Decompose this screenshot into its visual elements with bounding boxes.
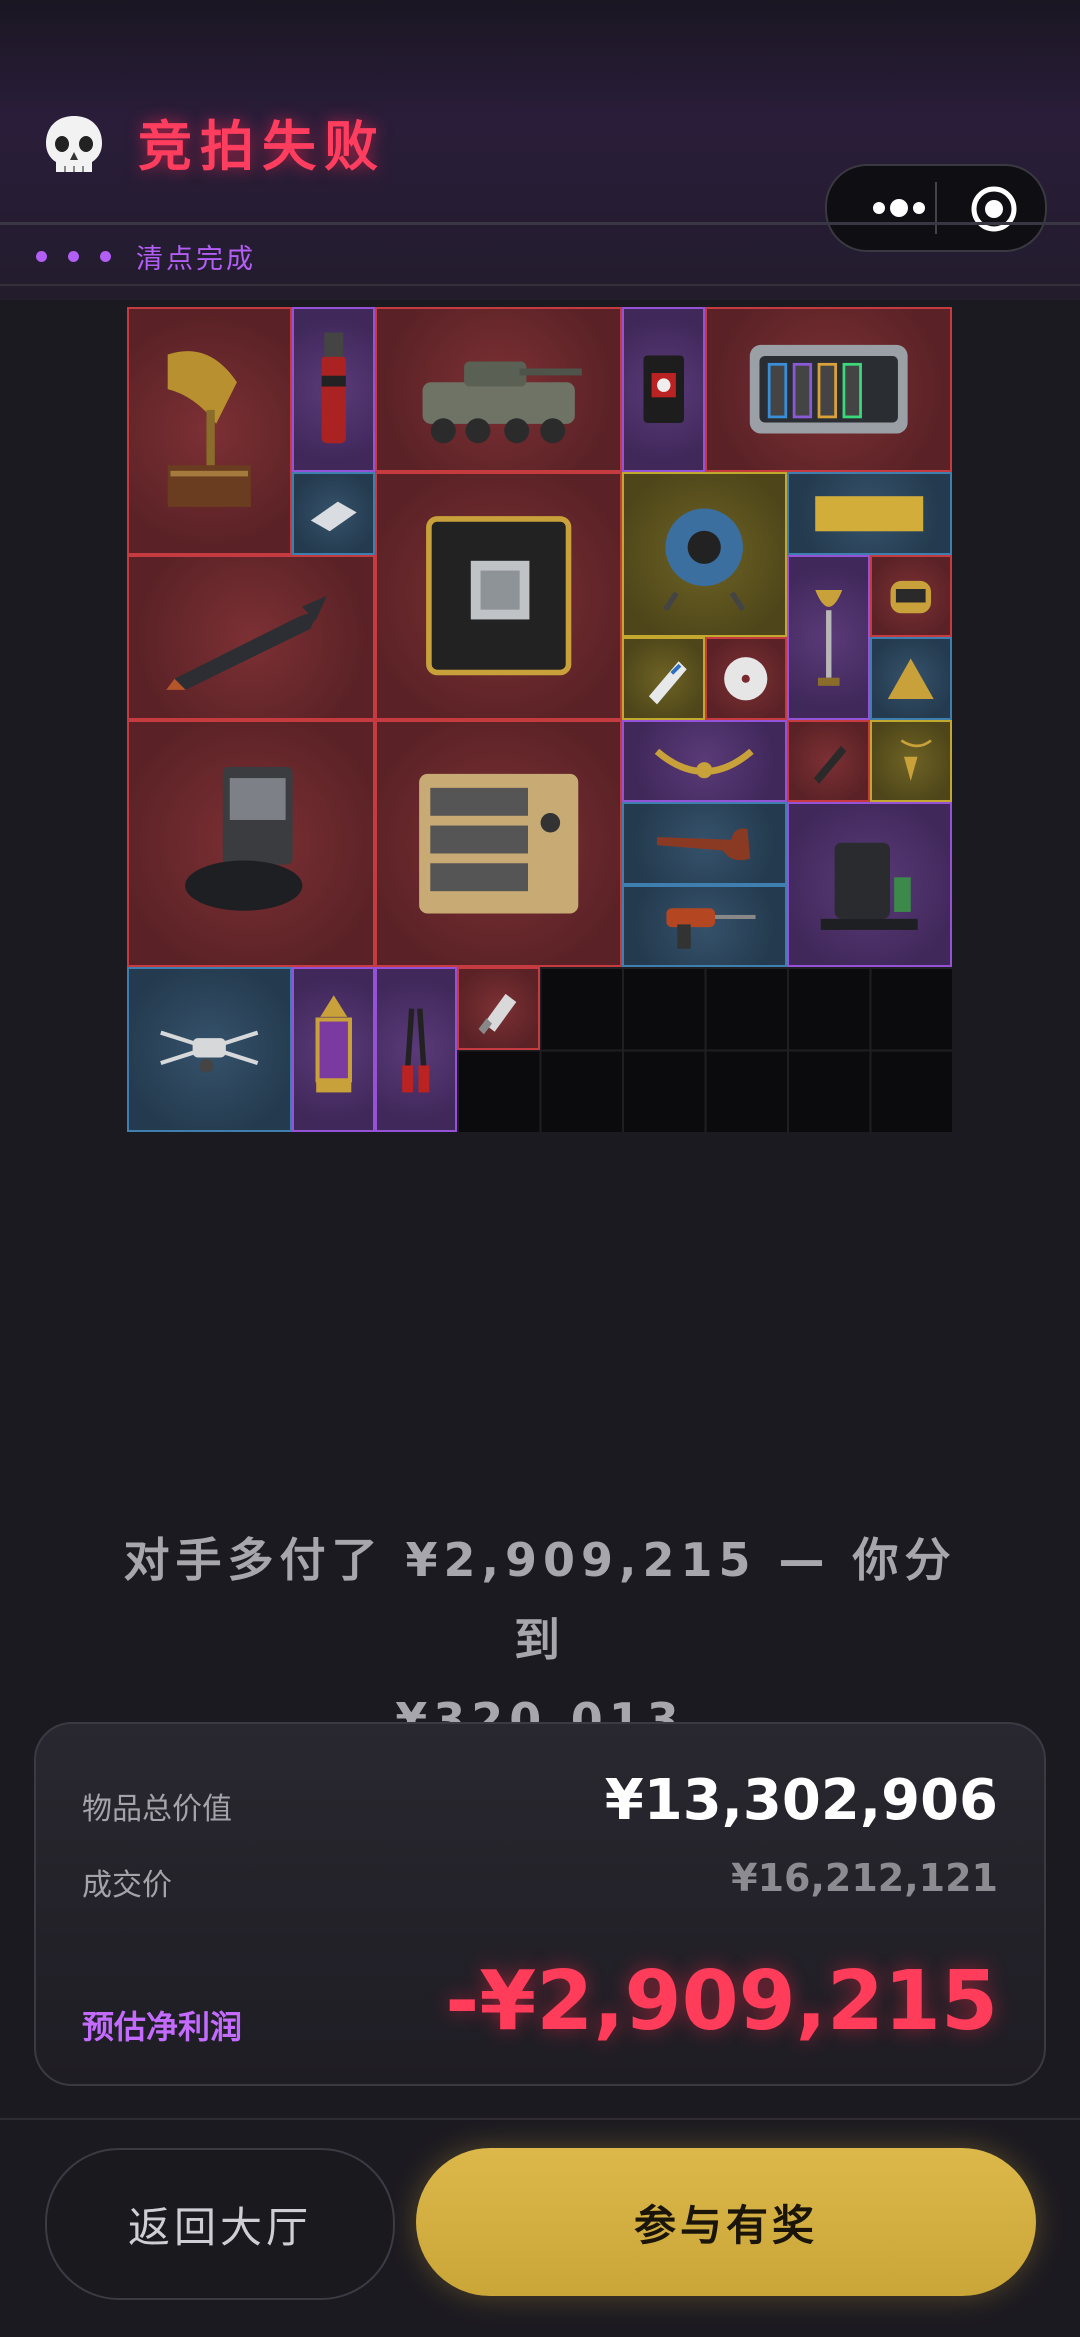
status-divider [0,284,1080,286]
deal-price-label: 成交价 [82,1868,172,1903]
pen-icon [813,745,846,784]
armored-vehicle-item[interactable] [374,307,622,472]
status-bar: 清点完成 [36,236,256,276]
pyramid-icon [887,658,934,699]
cd-disc-icon [724,656,768,700]
torch-item[interactable] [292,307,375,472]
deal-price-amount: ¥16,212,121 [731,1856,998,1900]
gramophone-item[interactable] [127,307,292,555]
pendant-item[interactable] [869,719,952,802]
header: 竞拍失败 [0,0,1080,252]
page-title: 竞拍失败 [138,115,386,178]
flash-drive-item[interactable] [457,967,540,1050]
progress-dot [68,250,79,262]
cable-reel-icon [663,508,746,612]
coffee-machine-icon [821,842,918,931]
torch-icon [321,332,346,444]
horn-necklace-icon [655,748,754,779]
cable-reel-item[interactable] [622,472,787,637]
total-value-amount: ¥13,302,906 [604,1768,998,1833]
drone-item[interactable] [127,967,292,1132]
robot-vacuum-icon [185,766,303,911]
drill-icon [666,908,756,949]
nas-server-item[interactable] [704,307,952,472]
snack-pack-icon [643,355,684,424]
missile-icon [166,595,327,690]
progress-dot [36,250,47,262]
net-profit-label: 预估净利润 [82,2008,243,2046]
usb-stick-item[interactable] [622,637,705,720]
result-message-line1: 对手多付了 ¥2,909,215 — 你分到 [123,1533,957,1667]
snack-pack-item[interactable] [622,307,705,472]
robot-vacuum-item[interactable] [127,719,375,967]
gpu-board-icon [425,516,571,676]
capsule-divider [935,182,937,234]
progress-dot [100,250,111,262]
drone-icon [160,1030,259,1074]
goblet-icon [814,589,842,686]
total-value-label: 物品总价值 [82,1792,232,1827]
summary-card: 物品总价值 ¥13,302,906 成交价 ¥16,212,121 预估净利润 … [34,1722,1046,2086]
goblet-item[interactable] [787,554,870,720]
skull-icon [40,112,108,180]
jar-icon [890,580,931,614]
pendant-icon [900,739,932,781]
silver-chip-item[interactable] [292,472,375,555]
silver-chip-icon [310,501,357,531]
pyramid-item[interactable] [869,637,952,720]
loot-grid [127,307,952,1132]
flash-drive-icon [478,993,516,1034]
tools-item[interactable] [374,967,457,1132]
status-text: 清点完成 [136,243,256,275]
target-icon[interactable] [969,184,1019,234]
pipe-icon [657,827,751,860]
miniapp-capsule [825,164,1047,252]
lantern-icon [315,995,352,1093]
armored-vehicle-icon [422,361,582,444]
gramophone-icon [167,351,252,507]
tools-icon [402,1008,430,1093]
nas-server-icon [749,345,908,434]
net-profit-amount: -¥2,909,215 [445,1954,998,2049]
battery-pack-icon [418,773,578,914]
pen-item[interactable] [787,719,870,802]
jar-item[interactable] [869,554,952,637]
back-to-lobby-button[interactable]: 返回大厅 [45,2148,395,2300]
horn-necklace-item[interactable] [622,719,787,802]
missile-item[interactable] [127,554,375,720]
pipe-item[interactable] [622,802,787,885]
footer-divider [0,2118,1080,2120]
header-divider [0,222,1080,225]
gold-bar-icon [815,495,924,531]
gpu-board-item[interactable] [374,472,622,720]
coffee-machine-item[interactable] [787,802,952,967]
lantern-item[interactable] [292,967,375,1132]
gold-bar-item[interactable] [787,472,952,555]
cd-disc-item[interactable] [704,637,787,720]
usb-stick-icon [648,660,687,704]
drill-item[interactable] [622,884,787,967]
battery-pack-item[interactable] [374,719,622,967]
more-dots-icon[interactable] [853,182,963,234]
join-reward-button[interactable]: 参与有奖 [416,2148,1036,2296]
